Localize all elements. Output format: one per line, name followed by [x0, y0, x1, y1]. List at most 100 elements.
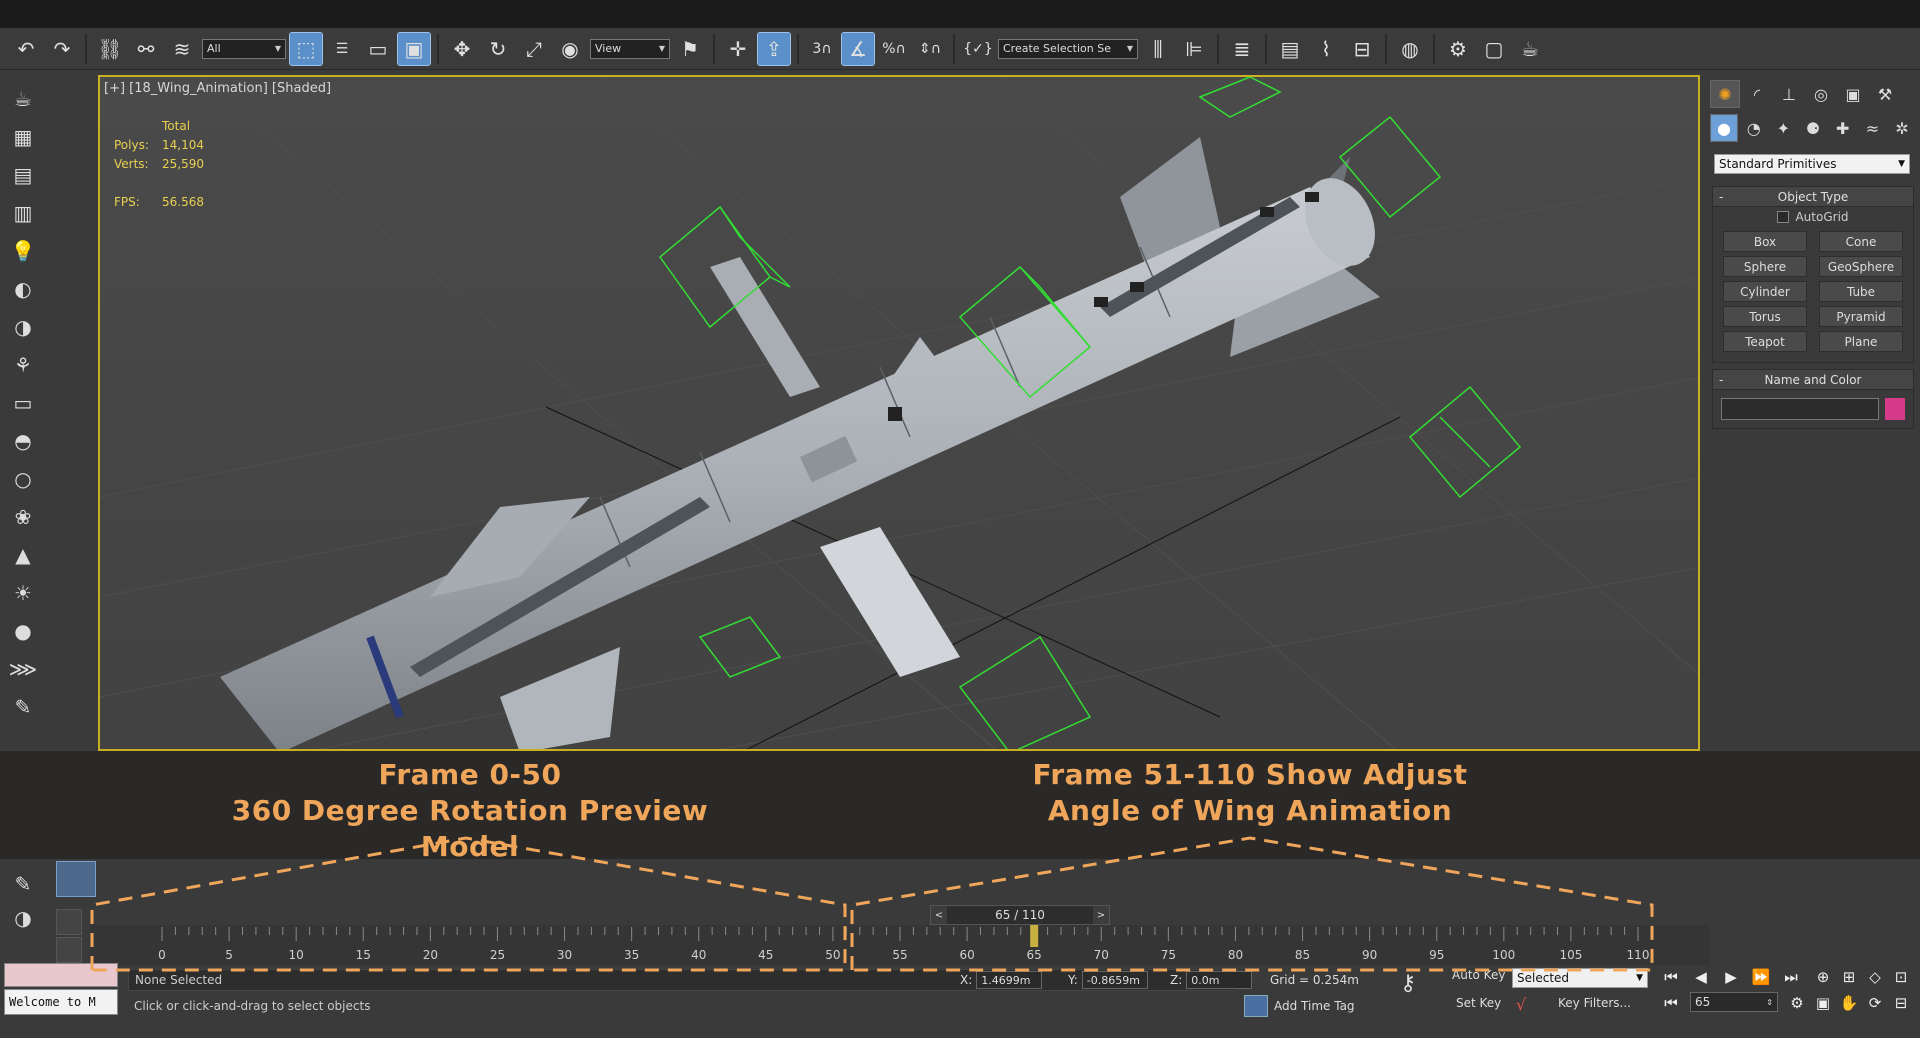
pan-icon[interactable]: ✋	[1836, 991, 1862, 1015]
dynamics-icon[interactable]: ✎	[8, 692, 38, 722]
go-to-end-icon[interactable]: ⏭	[1778, 965, 1804, 989]
display-tab-icon[interactable]: ▣	[1838, 80, 1868, 108]
min-max-toggle-icon[interactable]: ⊟	[1888, 991, 1914, 1015]
curve-editor-icon[interactable]: ⌇	[1310, 33, 1342, 65]
percent-snap-icon[interactable]: %∩	[878, 33, 910, 65]
notes-icon[interactable]: ▤	[8, 160, 38, 190]
spinner-snap-icon[interactable]: ⇕∩	[914, 33, 946, 65]
unlink-icon[interactable]: ⚯	[130, 33, 162, 65]
key-mode-toggle-icon[interactable]: ⏮	[1658, 991, 1684, 1015]
orbit-icon[interactable]: ⟳	[1862, 991, 1888, 1015]
select-manipulate-icon[interactable]: ✛	[722, 33, 754, 65]
layout-tab-button[interactable]	[56, 909, 82, 935]
viewport-layout-button[interactable]	[56, 861, 96, 897]
shapes-icon[interactable]: ◔	[1740, 114, 1768, 142]
light-lister-icon[interactable]: 💡	[8, 236, 38, 266]
torus-button[interactable]: Torus	[1723, 306, 1807, 327]
current-frame-field[interactable]: 65 ⇕	[1690, 992, 1778, 1012]
name-color-header[interactable]: - Name and Color	[1713, 370, 1913, 390]
cone-button[interactable]: Cone	[1819, 231, 1903, 252]
maxscript-icon[interactable]: ✎	[8, 869, 38, 899]
render-setup-icon[interactable]: ⚙	[1442, 33, 1474, 65]
helper-icon[interactable]: ◑	[8, 312, 38, 342]
viewport-label[interactable]: [+] [18_Wing_Animation] [Shaded]	[104, 81, 331, 96]
add-time-tag[interactable]: Add Time Tag	[1274, 999, 1355, 1013]
next-frame-icon[interactable]: ⏩	[1748, 965, 1774, 989]
field-of-view-icon[interactable]: ◇	[1862, 965, 1888, 989]
teapot-icon[interactable]: ☕	[8, 84, 38, 114]
named-selection-dropdown[interactable]: Create Selection Se ▼	[998, 38, 1138, 59]
snaps-toggle-icon[interactable]: 3 ∩	[806, 33, 838, 65]
edit-named-selection-icon[interactable]: {✓}	[962, 33, 994, 65]
key-curve-icon[interactable]: √	[1516, 995, 1526, 1014]
mirror-icon[interactable]: ⫼	[1142, 33, 1174, 65]
rect-selection-icon[interactable]: ▭	[362, 33, 394, 65]
maxscript-listener-mini[interactable]	[4, 963, 118, 987]
teapot-button[interactable]: Teapot	[1723, 331, 1807, 352]
toggle-ribbon-icon[interactable]: ▤	[1274, 33, 1306, 65]
object-name-field[interactable]	[1721, 398, 1880, 420]
select-object-icon[interactable]: ⬚	[289, 31, 323, 66]
maximize-viewport-icon[interactable]: ⊡	[1888, 965, 1914, 989]
sphere-icon[interactable]: ○	[8, 464, 38, 494]
undo-icon[interactable]: ↶	[10, 33, 42, 65]
cylinder-button[interactable]: Cylinder	[1723, 281, 1807, 302]
object-type-header[interactable]: - Object Type	[1713, 187, 1913, 207]
plane-primitive-icon[interactable]: ▭	[8, 388, 38, 418]
render-production-icon[interactable]: ☕	[1514, 33, 1546, 65]
grid-helper-icon[interactable]: ⋙	[8, 654, 38, 684]
space-warps-icon[interactable]: ≈	[1859, 114, 1887, 142]
particles-icon[interactable]: ⚘	[8, 350, 38, 380]
scale-icon[interactable]: ⤢	[518, 33, 550, 65]
place-icon[interactable]: ◉	[554, 33, 586, 65]
layer-manager-icon[interactable]: ≣	[1226, 33, 1258, 65]
schematic-view-icon[interactable]: ⊟	[1346, 33, 1378, 65]
helper-icon[interactable]: ◑	[8, 903, 38, 933]
key-filters-button[interactable]: Key Filters...	[1558, 996, 1631, 1010]
pyramid-button[interactable]: Pyramid	[1819, 306, 1903, 327]
scene-explorer-icon[interactable]: ▦	[8, 122, 38, 152]
play-icon[interactable]: ▶	[1718, 965, 1744, 989]
x-field[interactable]: 1.4699m	[976, 971, 1043, 989]
rotate-icon[interactable]: ↻	[482, 33, 514, 65]
cameras-icon[interactable]: ⚈	[1799, 114, 1827, 142]
move-icon[interactable]: ✥	[446, 33, 478, 65]
box-button[interactable]: Box	[1723, 231, 1807, 252]
autogrid-checkbox[interactable]	[1777, 211, 1790, 223]
current-frame-marker[interactable]	[1030, 925, 1039, 947]
key-mode-dropdown[interactable]: Selected ▼	[1512, 968, 1648, 988]
timeline-track[interactable]: 0 5 10 15 20 25 30 35 40 45 50 55 60 65 70 75 80 85 90 95 10…	[90, 925, 1710, 965]
geometry-icon[interactable]: ●	[1710, 114, 1738, 142]
cylinder-icon[interactable]: ●	[8, 616, 38, 646]
sphere-button[interactable]: Sphere	[1723, 256, 1807, 277]
lights-icon[interactable]: ✦	[1770, 114, 1798, 142]
motion-tab-icon[interactable]: ◎	[1806, 80, 1836, 108]
helpers-icon[interactable]: ✚	[1829, 114, 1857, 142]
link-icon[interactable]: ⛓	[94, 33, 126, 65]
selection-filter-dropdown[interactable]: All ▼	[202, 38, 286, 59]
layout-tab-button[interactable]	[56, 937, 82, 963]
pivot-center-icon[interactable]: ⚑	[674, 33, 706, 65]
angle-snap-icon[interactable]: ∡	[841, 31, 875, 66]
bind-space-warp-icon[interactable]: ≋	[166, 33, 198, 65]
create-tab-icon[interactable]: ✺	[1710, 80, 1740, 108]
z-field[interactable]: 0.0m	[1186, 971, 1253, 989]
sun-icon[interactable]: ☀	[8, 578, 38, 608]
key-icon[interactable]: ⚷	[1400, 971, 1416, 996]
systems-icon[interactable]: ✲	[1888, 114, 1916, 142]
align-icon[interactable]: ⊫	[1178, 33, 1210, 65]
go-to-start-icon[interactable]: ⏮	[1658, 965, 1684, 989]
keyboard-shortcut-override-icon[interactable]: ⇪	[757, 31, 791, 66]
plane-button[interactable]: Plane	[1819, 331, 1903, 352]
perspective-viewport[interactable]: [+] [18_Wing_Animation] [Shaded] Total P…	[98, 75, 1700, 751]
select-by-name-icon[interactable]: ☰	[326, 33, 358, 65]
time-slider[interactable]: < 65 / 110 >	[930, 905, 1110, 925]
hierarchy-tab-icon[interactable]: ⊥	[1774, 80, 1804, 108]
time-configuration-icon[interactable]: ⚙	[1784, 991, 1810, 1015]
reference-coord-dropdown[interactable]: View ▼	[590, 38, 670, 59]
hemisphere-icon[interactable]: ◓	[8, 426, 38, 456]
y-field[interactable]: -0.8659m	[1081, 971, 1148, 989]
time-tag-icon[interactable]	[1244, 995, 1268, 1017]
window-crossing-icon[interactable]: ▣	[397, 31, 431, 66]
rendered-frame-window-icon[interactable]: ▢	[1478, 33, 1510, 65]
